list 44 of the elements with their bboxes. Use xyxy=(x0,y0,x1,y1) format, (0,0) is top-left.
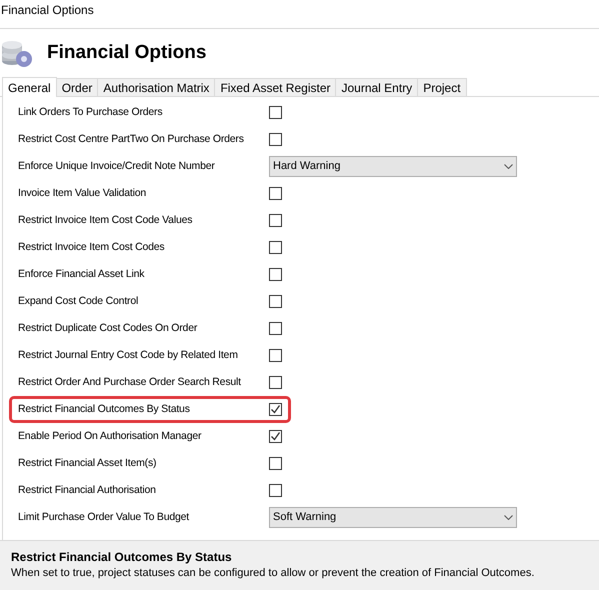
checkbox[interactable] xyxy=(269,376,282,389)
checkbox[interactable] xyxy=(269,241,282,254)
page-heading: Financial Options xyxy=(47,40,206,65)
setting-label: Restrict Order And Purchase Order Search Result xyxy=(17,374,242,390)
setting-label: Restrict Financial Authorisation xyxy=(17,482,157,498)
checkbox[interactable] xyxy=(269,106,282,119)
setting-label: Restrict Invoice Item Cost Code Values xyxy=(17,212,194,228)
setting-label: Restrict Invoice Item Cost Codes xyxy=(17,240,166,255)
setting-label: Restrict Financial Asset Item(s) xyxy=(17,456,158,471)
setting-label: Limit Purchase Order Value To Budget xyxy=(17,510,190,525)
tab[interactable]: Order xyxy=(56,78,98,96)
checkbox[interactable] xyxy=(269,295,282,308)
checkbox[interactable] xyxy=(269,268,282,281)
setting-label: Restrict Journal Entry Cost Code by Related Item xyxy=(17,348,239,363)
checkbox[interactable] xyxy=(269,214,282,227)
setting-label: Restrict Financial Outcomes By Status xyxy=(17,402,191,417)
setting-label: Invoice Item Value Validation xyxy=(17,186,148,201)
window-title: Financial Options xyxy=(1,2,94,19)
checkbox[interactable] xyxy=(269,187,282,200)
dropdown[interactable]: Hard Warning xyxy=(269,156,517,177)
description-title: Restrict Financial Outcomes By Status xyxy=(11,549,233,565)
setting-label: Enable Period On Authorisation Manager xyxy=(17,428,202,444)
tab[interactable]: General xyxy=(2,77,57,97)
setting-label: Enforce Unique Invoice/Credit Note Number xyxy=(17,158,216,174)
tab[interactable]: Project xyxy=(418,78,467,96)
checkbox[interactable] xyxy=(269,430,282,443)
setting-label: Expand Cost Code Control xyxy=(17,294,140,309)
description-text: When set to true, project statuses can be configured to allow or prevent the creation of Financial Outcomes. xyxy=(11,566,536,581)
checkbox[interactable] xyxy=(269,403,282,416)
checkbox[interactable] xyxy=(269,457,282,470)
checkbox[interactable] xyxy=(269,349,282,362)
setting-label: Restrict Duplicate Cost Codes On Order xyxy=(17,320,198,336)
setting-label: Link Orders To Purchase Orders xyxy=(17,104,164,120)
setting-label: Restrict Cost Centre PartTwo On Purchase Orders xyxy=(17,132,245,147)
chevron-down-icon xyxy=(504,164,513,169)
tab[interactable]: Journal Entry xyxy=(336,78,418,96)
setting-label: Enforce Financial Asset Link xyxy=(17,266,146,282)
dropdown[interactable]: Soft Warning xyxy=(269,507,517,528)
checkbox[interactable] xyxy=(269,322,282,335)
checkbox[interactable] xyxy=(269,484,282,497)
checkbox[interactable] xyxy=(269,133,282,146)
tab[interactable]: Fixed Asset Register xyxy=(215,78,336,96)
chevron-down-icon xyxy=(504,515,513,520)
tab[interactable]: Authorisation Matrix xyxy=(98,78,216,96)
